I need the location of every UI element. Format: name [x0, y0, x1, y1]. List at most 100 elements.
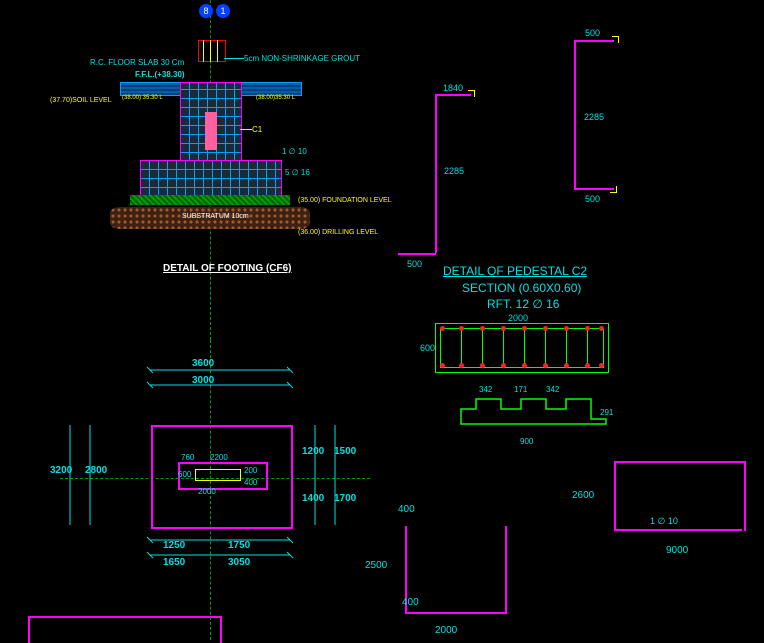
- column-insert: [205, 112, 217, 150]
- pedestal-title-3: RFT. 12 ∅ 16: [487, 297, 559, 311]
- u-left-w: 2000: [435, 625, 457, 636]
- plan-r2: 1500: [334, 446, 356, 457]
- rebar-dot: [522, 363, 527, 368]
- c2-right-r: [574, 40, 576, 188]
- cropped-box: [28, 616, 222, 643]
- rebar-dot: [459, 363, 464, 368]
- c2-bot-r: [574, 188, 614, 190]
- c2-dim-c: 500: [407, 259, 422, 269]
- rebar-bottom: 5 ∅ 16: [285, 168, 310, 177]
- u-right-w: 9000: [666, 545, 688, 556]
- beam-w: 2000: [508, 313, 528, 323]
- rebar-dot: [522, 326, 527, 331]
- stirrup-7: [587, 328, 588, 366]
- rebar-dot: [585, 363, 590, 368]
- c1-leader: [240, 129, 252, 130]
- plan-oh: 2800: [85, 465, 107, 476]
- u-right-h: 2600: [572, 490, 594, 501]
- u-right-bottom: [614, 529, 742, 531]
- c2-dim-f: 1840: [443, 83, 463, 93]
- plan-ih: 600: [178, 470, 191, 479]
- plan-iw2: 2200: [210, 453, 228, 462]
- beam-plan-profile: [456, 394, 616, 434]
- grout-note: 5cm NON-SHRINKAGE GROUT: [244, 54, 360, 63]
- bolt-2: [210, 40, 211, 62]
- rebar-dot: [440, 363, 445, 368]
- plan-b4: 3050: [228, 557, 250, 568]
- c2-tick-2: [610, 186, 617, 193]
- plan-iw: 2000: [198, 487, 216, 496]
- c2-dim-e: 500: [585, 194, 600, 204]
- ffl-label: F.F.L.(+38.30): [135, 70, 185, 79]
- c2-bot-l: [398, 253, 436, 255]
- beam-h: 600: [420, 343, 435, 353]
- stirrup-1: [461, 328, 462, 366]
- c2-dim-d: 2285: [584, 112, 604, 122]
- rebar-dot: [501, 326, 506, 331]
- plan-b3: 1650: [163, 557, 185, 568]
- beam-d5: 291: [600, 408, 613, 417]
- rebar-dot: [480, 363, 485, 368]
- beam-inner: [440, 328, 604, 368]
- c1-label: C1: [252, 125, 262, 134]
- c2-tick-1: [612, 36, 619, 43]
- plan-s2: 400: [244, 478, 257, 487]
- beam-d1: 342: [479, 385, 492, 394]
- rebar-dot: [501, 363, 506, 368]
- c2-top-l: [435, 94, 471, 96]
- beam-d3: 342: [546, 385, 559, 394]
- u-shape-right: [614, 461, 746, 531]
- pedestal-title-2: SECTION (0.60X0.60): [462, 281, 581, 295]
- plan-s1: 760: [181, 453, 194, 462]
- rebar-dot: [599, 326, 604, 331]
- plan-r4: 1700: [334, 493, 356, 504]
- bolt-1: [203, 40, 204, 62]
- rebar-dot: [564, 326, 569, 331]
- rebar-dot: [480, 326, 485, 331]
- pedestal-title-1: DETAIL OF PEDESTAL C2: [443, 264, 587, 278]
- rebar-dot: [459, 326, 464, 331]
- beam-d4: 900: [520, 437, 533, 446]
- foundation-level: (35.00) FOUNDATION LEVEL: [298, 197, 392, 204]
- rebar-dot: [440, 326, 445, 331]
- c2-top-r: [574, 40, 614, 42]
- rebar-dot: [543, 363, 548, 368]
- plan-s3: 200: [244, 466, 257, 475]
- stirrup-2: [482, 328, 483, 366]
- plan-ow2: 3600: [192, 358, 214, 369]
- axis-bubble-2: 1: [216, 4, 230, 18]
- plan-r1: 1200: [302, 446, 324, 457]
- rebar-dot: [585, 326, 590, 331]
- u-left-h: 2500: [365, 560, 387, 571]
- rebar-dot: [599, 363, 604, 368]
- c2-dim-a: 500: [585, 28, 600, 38]
- plan-oh2: 3200: [50, 465, 72, 476]
- rebar-dot: [564, 363, 569, 368]
- rebar-top: 1 ∅ 10: [282, 147, 307, 156]
- stirrup-5: [545, 328, 546, 366]
- beam-d2: 171: [514, 385, 527, 394]
- plan-r3: 1400: [302, 493, 324, 504]
- plan-b1: 1250: [163, 540, 185, 551]
- u-shape-left: [398, 518, 518, 628]
- footing-title: DETAIL OF FOOTING (CF6): [163, 263, 292, 274]
- substrate-band: [130, 195, 290, 205]
- soil-level-left: (37.70)SOIL LEVEL: [50, 97, 112, 104]
- c2-right-l: [435, 94, 437, 253]
- plan-dims-svg: [40, 350, 370, 610]
- lt-right: (38.00)35.30 L: [256, 95, 295, 101]
- footing-block: [140, 160, 282, 197]
- stirrup-3: [503, 328, 504, 366]
- rebar-dot: [543, 326, 548, 331]
- axis-bubble-1: 8: [199, 4, 213, 18]
- grout-leader: [224, 58, 244, 59]
- lt-left: (38.00) 35.30 L: [122, 95, 163, 101]
- plan-b2: 1750: [228, 540, 250, 551]
- bolt-3: [217, 40, 218, 62]
- u-left-flange: 400: [402, 597, 419, 608]
- drilling-level: (36.00) DRILLING LEVEL: [298, 229, 378, 236]
- plan-ow: 3000: [192, 375, 214, 386]
- stirrup-4: [524, 328, 525, 366]
- stirrup-6: [566, 328, 567, 366]
- c2-dim-b: 2285: [444, 166, 464, 176]
